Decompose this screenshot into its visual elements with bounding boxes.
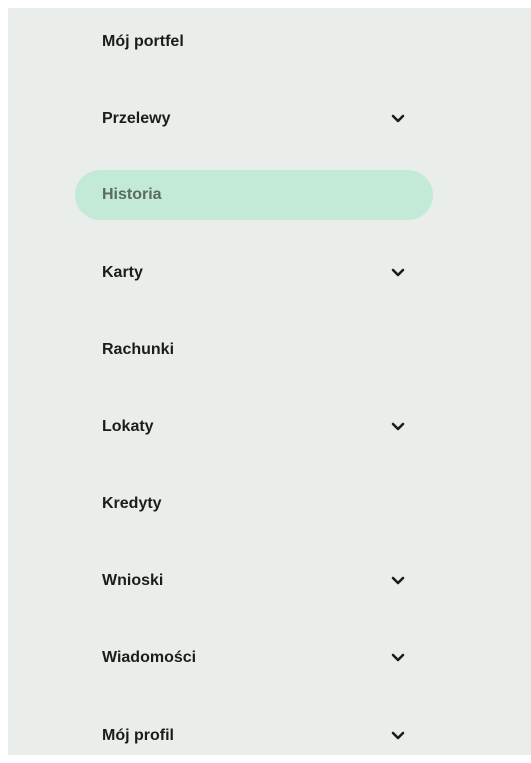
sidebar-item-label: Wnioski [102,572,164,589]
chevron-down-icon[interactable] [391,268,405,278]
sidebar-item-moj-portfel[interactable]: Mój portfel [75,17,433,67]
sidebar: Mój portfel Przelewy Historia Karty Rach… [8,8,531,755]
sidebar-item-label: Mój portfel [102,33,184,50]
sidebar-item-historia[interactable]: Historia [75,170,433,220]
chevron-down-icon[interactable] [391,653,405,663]
chevron-down-icon[interactable] [391,576,405,586]
sidebar-item-wnioski[interactable]: Wnioski [75,556,433,606]
sidebar-item-label: Lokaty [102,418,154,435]
sidebar-item-label: Wiadomości [102,649,197,666]
chevron-down-icon[interactable] [391,731,405,741]
sidebar-item-label: Mój profil [102,727,174,744]
sidebar-item-moj-profil[interactable]: Mój profil [75,711,433,761]
sidebar-item-label: Przelewy [102,110,171,127]
sidebar-item-label: Rachunki [102,341,175,358]
sidebar-item-label: Historia [102,186,162,203]
sidebar-item-label: Karty [102,264,143,281]
sidebar-item-wiadomosci[interactable]: Wiadomości [75,633,433,683]
sidebar-item-kredyty[interactable]: Kredyty [75,479,433,529]
sidebar-item-karty[interactable]: Karty [75,248,433,298]
sidebar-item-rachunki[interactable]: Rachunki [75,325,433,375]
sidebar-item-label: Kredyty [102,495,162,512]
chevron-down-icon[interactable] [391,114,405,124]
sidebar-item-przelewy[interactable]: Przelewy [75,94,433,144]
sidebar-item-lokaty[interactable]: Lokaty [75,402,433,452]
chevron-down-icon[interactable] [391,422,405,432]
